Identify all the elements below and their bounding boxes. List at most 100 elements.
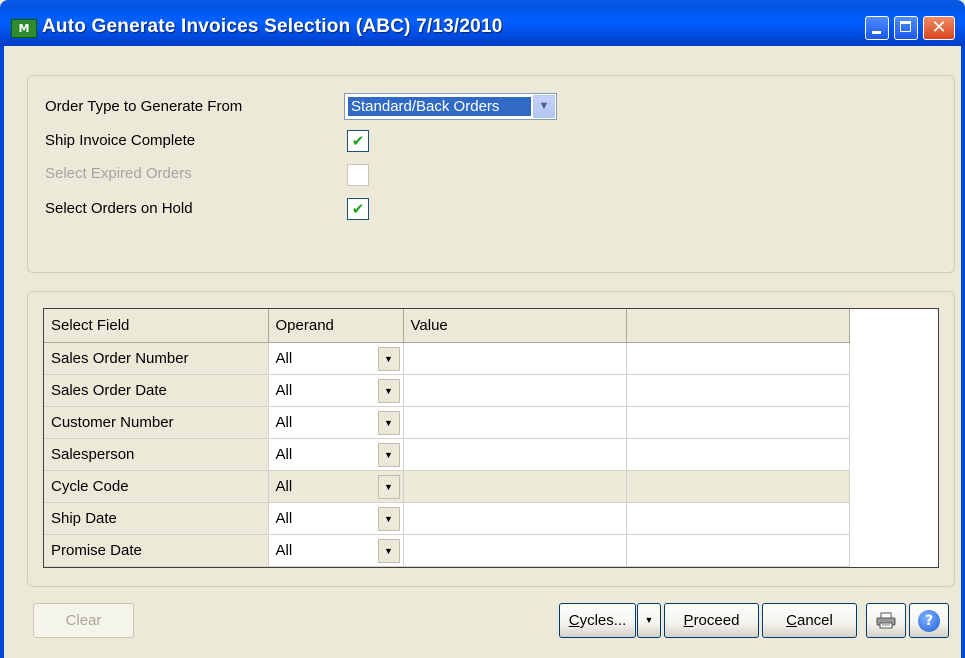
ship-invoice-complete-checkbox[interactable]: ✔ — [347, 130, 369, 152]
column-header-operand[interactable]: Operand — [268, 309, 404, 343]
extra-cell — [626, 406, 850, 439]
operand-value: All — [275, 541, 293, 559]
select-orders-on-hold-checkbox[interactable]: ✔ — [347, 198, 369, 220]
table-row: Ship Date All ▼ — [44, 502, 938, 535]
extra-cell — [626, 438, 850, 471]
checkmark-icon: ✔ — [351, 200, 365, 218]
minimize-button[interactable] — [865, 16, 889, 40]
select-field-cell: Salesperson — [44, 438, 269, 471]
column-header-extra — [626, 309, 850, 343]
select-expired-orders-checkbox[interactable] — [347, 164, 369, 186]
checkmark-icon: ✔ — [351, 132, 365, 150]
chevron-down-icon[interactable]: ▼ — [377, 378, 400, 403]
value-cell[interactable] — [403, 534, 627, 567]
table-row: Sales Order Date All ▼ — [44, 374, 938, 407]
proceed-button[interactable]: Proceed — [664, 603, 759, 638]
chevron-down-icon[interactable]: ▼ — [377, 410, 400, 435]
chevron-down-icon[interactable]: ▼ — [377, 442, 400, 467]
ship-invoice-complete-label: Ship Invoice Complete — [45, 132, 196, 149]
operand-value: All — [275, 349, 293, 367]
title-bar: M Auto Generate Invoices Selection (ABC)… — [0, 0, 965, 46]
grid-empty-area — [849, 342, 938, 374]
grid-empty-area — [849, 470, 938, 502]
select-field-cell: Sales Order Date — [44, 374, 269, 407]
operand-cell[interactable]: All ▼ — [268, 534, 404, 567]
table-row: Salesperson All ▼ — [44, 438, 938, 471]
grid-empty-area — [849, 438, 938, 470]
chevron-down-icon[interactable]: ▼ — [377, 538, 400, 563]
cycles-label: ycles... — [579, 612, 627, 629]
select-field-cell: Sales Order Number — [44, 342, 269, 375]
proceed-accelerator: P — [683, 612, 694, 629]
column-header-value[interactable]: Value — [403, 309, 627, 343]
operand-value: All — [275, 413, 293, 431]
cancel-button[interactable]: Cancel — [762, 603, 857, 638]
help-button[interactable]: ? — [909, 603, 949, 638]
order-type-label: Order Type to Generate From — [45, 98, 243, 115]
selection-grid: Select Field Operand Value Sales Order N… — [43, 308, 939, 568]
grid-empty-area — [849, 534, 938, 566]
chevron-down-icon[interactable]: ▼ — [377, 506, 400, 531]
extra-cell — [626, 502, 850, 535]
window-border-left — [0, 46, 4, 658]
cancel-label: ancel — [796, 612, 833, 629]
extra-cell — [626, 342, 850, 375]
select-field-cell: Promise Date — [44, 534, 269, 567]
order-type-select[interactable]: Standard/Back Orders ▼ — [344, 93, 557, 120]
window-title: Auto Generate Invoices Selection (ABC) 7… — [42, 16, 503, 37]
value-cell[interactable] — [403, 342, 627, 375]
help-icon: ? — [918, 610, 940, 632]
cycles-button[interactable]: Cycles... — [559, 603, 636, 638]
app-icon: M — [11, 19, 37, 38]
table-row: Sales Order Number All ▼ — [44, 342, 938, 375]
operand-cell[interactable]: All ▼ — [268, 342, 404, 375]
table-header-row: Select Field Operand Value — [44, 309, 938, 343]
operand-cell[interactable]: All ▼ — [268, 406, 404, 439]
value-cell[interactable] — [403, 470, 627, 503]
operand-value: All — [275, 445, 293, 463]
close-icon: ✕ — [931, 17, 947, 38]
chevron-down-icon[interactable]: ▼ — [377, 346, 400, 371]
grid-empty-area — [849, 374, 938, 406]
value-cell[interactable] — [403, 374, 627, 407]
cycles-dropdown-button[interactable]: ▼ — [637, 603, 661, 638]
operand-cell[interactable]: All ▼ — [268, 470, 404, 503]
grid-empty-area — [849, 502, 938, 534]
value-cell[interactable] — [403, 406, 627, 439]
clear-button[interactable]: Clear — [33, 603, 134, 638]
order-type-value: Standard/Back Orders — [348, 97, 531, 116]
table-row: Customer Number All ▼ — [44, 406, 938, 439]
maximize-button[interactable] — [894, 16, 918, 40]
grid-empty-area — [849, 406, 938, 438]
chevron-down-icon: ▼ — [644, 615, 654, 625]
window-border-right — [961, 46, 965, 658]
selection-table: Select Field Operand Value Sales Order N… — [44, 309, 938, 567]
operand-cell[interactable]: All ▼ — [268, 374, 404, 407]
select-field-cell: Ship Date — [44, 502, 269, 535]
chevron-down-icon[interactable]: ▼ — [377, 474, 400, 499]
chevron-down-icon[interactable]: ▼ — [533, 95, 555, 118]
close-button[interactable]: ✕ — [923, 16, 955, 40]
maximize-icon — [900, 21, 911, 32]
operand-cell[interactable]: All ▼ — [268, 438, 404, 471]
cancel-accelerator: C — [786, 612, 797, 629]
value-cell[interactable] — [403, 502, 627, 535]
print-button[interactable] — [866, 603, 906, 638]
select-orders-on-hold-label: Select Orders on Hold — [45, 200, 193, 217]
extra-cell — [626, 534, 850, 567]
operand-value: All — [275, 381, 293, 399]
table-row: Promise Date All ▼ — [44, 534, 938, 567]
select-field-cell: Cycle Code — [44, 470, 269, 503]
extra-cell — [626, 470, 850, 503]
column-header-select-field[interactable]: Select Field — [44, 309, 269, 343]
proceed-label: roceed — [693, 612, 740, 629]
value-cell[interactable] — [403, 438, 627, 471]
extra-cell — [626, 374, 850, 407]
select-field-cell: Customer Number — [44, 406, 269, 439]
minimize-icon — [872, 31, 881, 34]
operand-cell[interactable]: All ▼ — [268, 502, 404, 535]
operand-value: All — [275, 509, 293, 527]
printer-icon — [876, 612, 896, 629]
cycles-accelerator: C — [568, 612, 580, 629]
select-expired-orders-label: Select Expired Orders — [45, 165, 192, 182]
